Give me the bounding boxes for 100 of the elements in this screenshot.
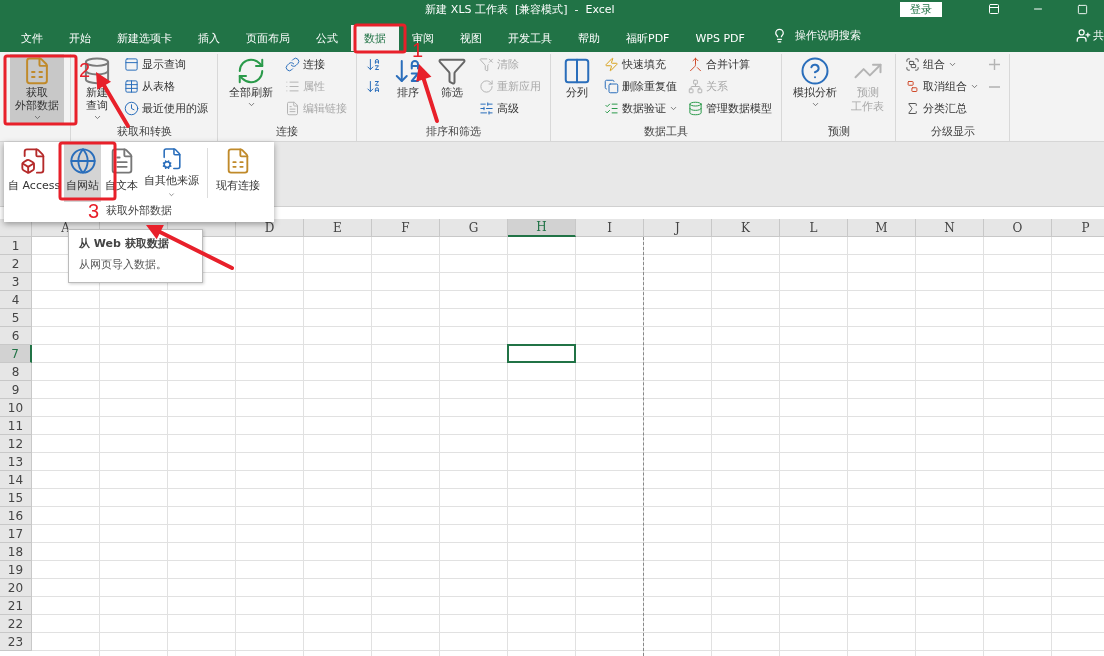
row-header[interactable]: 9 xyxy=(0,381,32,399)
network-icon xyxy=(688,79,703,94)
highlight-box xyxy=(58,141,117,201)
lightning-icon xyxy=(604,57,619,72)
ribbon-button[interactable]: 合并计算 xyxy=(685,54,775,75)
tell-me-search[interactable]: 操作说明搜索 xyxy=(794,27,861,43)
ribbon-button[interactable]: 删除重复值 xyxy=(601,76,681,97)
column-header[interactable]: H xyxy=(508,219,576,237)
login-button[interactable]: 登录 xyxy=(900,1,942,17)
group-label: 预测 xyxy=(826,124,851,138)
ribbon-tab[interactable]: 新建选项卡 xyxy=(104,25,185,51)
row-header[interactable]: 14 xyxy=(0,471,32,489)
column-header[interactable]: N xyxy=(916,219,984,237)
group-label: 数据工具 xyxy=(643,124,689,138)
row-header[interactable]: 5 xyxy=(0,309,32,327)
link-icon xyxy=(285,57,300,72)
column-header[interactable]: K xyxy=(712,219,780,237)
group-label: 排序和筛选 xyxy=(425,124,482,138)
menu-item[interactable]: 自其他来源 xyxy=(142,144,202,202)
column-header[interactable]: L xyxy=(780,219,848,237)
row-header[interactable]: 20 xyxy=(0,579,32,597)
ribbon-tab[interactable]: 视图 xyxy=(447,25,495,51)
ribbon-tab[interactable]: 开发工具 xyxy=(495,25,565,51)
database-icon xyxy=(688,101,703,116)
column-header[interactable]: I xyxy=(576,219,644,237)
row-header[interactable]: 15 xyxy=(0,489,32,507)
ribbon-display-icon[interactable] xyxy=(988,3,1000,15)
ribbon-tab[interactable]: 插入 xyxy=(185,25,233,51)
refresh-icon xyxy=(236,56,266,86)
row-header[interactable]: 17 xyxy=(0,525,32,543)
menu-item[interactable]: 现有连接 xyxy=(214,144,263,202)
ribbon-button[interactable]: 显示查询 xyxy=(121,54,211,75)
ribbon-button[interactable]: 从表格 xyxy=(121,76,211,97)
ribbon-button[interactable]: 连接 xyxy=(282,54,350,75)
row-header[interactable]: 12 xyxy=(0,435,32,453)
help-icon xyxy=(800,56,830,86)
row-header[interactable]: 6 xyxy=(0,327,32,345)
row-header[interactable]: 13 xyxy=(0,453,32,471)
row-header[interactable]: 1 xyxy=(0,237,32,255)
row-header[interactable]: 2 xyxy=(0,255,32,273)
table-icon xyxy=(124,79,139,94)
ribbon-button[interactable]: 全部刷新 xyxy=(224,54,278,124)
user-icon[interactable] xyxy=(1076,27,1091,43)
ribbon-button[interactable]: 高级 xyxy=(476,98,544,119)
ribbon-button[interactable]: 获取 外部数据 xyxy=(10,54,64,124)
group-label: 分级显示 xyxy=(929,124,976,138)
tooltip-title: 从 Web 获取数据 xyxy=(79,236,170,251)
list-icon xyxy=(285,79,300,94)
window-title: 新建 XLS 工作表 [兼容模式] - Excel xyxy=(424,1,616,17)
row-header[interactable]: 23 xyxy=(0,633,32,651)
column-header[interactable]: J xyxy=(644,219,712,237)
ribbon-button[interactable]: 数据验证 xyxy=(601,98,681,119)
tooltip-text: 从网页导入数据。 xyxy=(79,257,168,272)
maximize-icon[interactable] xyxy=(1076,3,1088,15)
ribbon-button[interactable]: 分类汇总 xyxy=(902,98,982,119)
column-header[interactable]: E xyxy=(304,219,372,237)
window-icon xyxy=(124,57,139,72)
column-header[interactable]: G xyxy=(440,219,508,237)
ribbon-button[interactable]: 筛选 xyxy=(432,54,472,124)
document-icon xyxy=(285,101,300,116)
sort-descending-icon xyxy=(366,79,381,94)
ribbon-button[interactable]: 管理数据模型 xyxy=(685,98,775,119)
column-header[interactable]: P xyxy=(1052,219,1104,237)
checklist-icon xyxy=(604,101,619,116)
ribbon-tab[interactable]: 页面布局 xyxy=(233,25,303,51)
column-header[interactable]: F xyxy=(372,219,440,237)
ribbon-tab[interactable]: 开始 xyxy=(56,25,104,51)
ribbon-button[interactable]: 最近使用的源 xyxy=(121,98,211,119)
row-header[interactable]: 16 xyxy=(0,507,32,525)
ribbon-button[interactable]: 模拟分析 xyxy=(788,54,842,124)
row-header[interactable]: 18 xyxy=(0,543,32,561)
share-button[interactable]: 共 xyxy=(1093,27,1104,43)
ribbon-button[interactable]: 快速填充 xyxy=(601,54,681,75)
ribbon-tab[interactable]: WPS PDF xyxy=(682,25,758,51)
row-header[interactable]: 10 xyxy=(0,399,32,417)
group-label: 获取和转换 xyxy=(115,124,173,138)
step-number: 3 xyxy=(88,201,100,221)
ribbon-button[interactable]: 取消组合 xyxy=(902,76,982,97)
ribbon-tab[interactable]: 帮助 xyxy=(565,25,613,51)
ribbon-tab[interactable]: 公式 xyxy=(303,25,351,51)
row-header[interactable]: 19 xyxy=(0,561,32,579)
sum-icon xyxy=(905,101,920,116)
column-header[interactable]: M xyxy=(848,219,916,237)
row-header[interactable]: 21 xyxy=(0,597,32,615)
selected-cell[interactable] xyxy=(507,344,576,363)
row-header[interactable]: 3 xyxy=(0,273,32,291)
ribbon-button[interactable]: 分列 xyxy=(557,54,597,124)
row-header[interactable]: 11 xyxy=(0,417,32,435)
menu-item[interactable]: 自 Access xyxy=(6,144,63,202)
row-header[interactable]: 22 xyxy=(0,615,32,633)
copy-icon xyxy=(604,79,619,94)
ungroup-icon xyxy=(905,79,920,94)
ribbon-tab[interactable]: 文件 xyxy=(8,25,56,51)
column-header[interactable]: O xyxy=(984,219,1052,237)
row-header[interactable]: 4 xyxy=(0,291,32,309)
row-header[interactable]: 8 xyxy=(0,363,32,381)
group-label: 连接 xyxy=(275,124,299,138)
ribbon-tab[interactable]: 福昕PDF xyxy=(613,25,683,51)
ribbon-button[interactable]: 组合 xyxy=(902,54,982,75)
row-header[interactable]: 7 xyxy=(0,345,32,363)
